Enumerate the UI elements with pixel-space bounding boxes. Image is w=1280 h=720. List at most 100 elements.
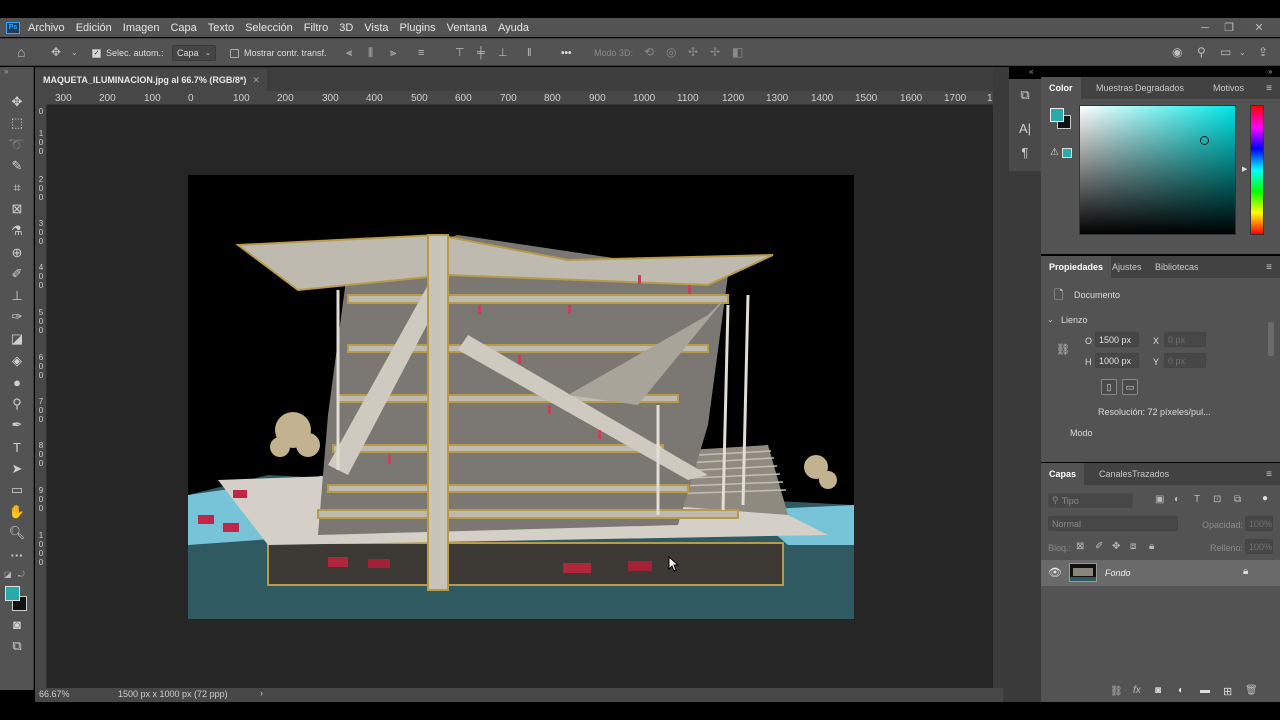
menu-filtro[interactable]: Filtro — [304, 22, 328, 34]
collapse-arrows-icon[interactable]: » — [1268, 67, 1272, 76]
opacity-field[interactable]: 100% — [1245, 516, 1273, 531]
brush-tool-icon[interactable]: ✐ — [0, 264, 34, 284]
home-icon[interactable]: ⌂ — [17, 45, 25, 59]
status-menu-arrow[interactable]: › — [260, 688, 263, 698]
menu-ayuda[interactable]: Ayuda — [498, 22, 529, 34]
menu-3d[interactable]: 3D — [339, 22, 353, 34]
document-tab[interactable]: MAQUETA_ILUMINACION.jpg al 66.7% (RGB/8*… — [35, 69, 267, 91]
document-image[interactable] — [188, 175, 854, 619]
filter-pixel-icon[interactable]: ▣ — [1155, 494, 1164, 505]
show-transform-checkbox[interactable]: Mostrar contr. transf. — [230, 39, 327, 67]
paint-bucket-tool-icon[interactable]: ◈ — [0, 351, 34, 371]
lock-all-icon[interactable]: 🔒︎ — [1149, 541, 1154, 552]
new-group-icon[interactable]: ▬ — [1200, 685, 1210, 696]
height-field[interactable]: 1000 px — [1095, 353, 1139, 368]
x-field[interactable]: 0 px — [1164, 332, 1206, 347]
filter-type-icon[interactable]: T — [1194, 494, 1200, 505]
lasso-tool-icon[interactable]: ➰ — [0, 135, 34, 155]
color-picker-handle[interactable] — [1200, 136, 1209, 145]
chevron-down-icon[interactable]: ⌄ — [71, 47, 78, 59]
path-selection-tool-icon[interactable]: ➤ — [0, 459, 34, 479]
portrait-orientation-icon[interactable]: ▯ — [1101, 379, 1117, 395]
fill-field[interactable]: 100% — [1245, 539, 1273, 554]
blur-tool-icon[interactable]: ● — [0, 372, 34, 392]
zoom-tool-icon[interactable]: 🔍︎ — [0, 523, 34, 543]
panel-menu-icon[interactable]: ≡ — [1266, 469, 1272, 480]
canvas-area[interactable] — [47, 105, 993, 688]
color-field[interactable] — [1079, 105, 1236, 235]
foreground-color-swatch[interactable] — [1050, 108, 1064, 122]
adjustment-layer-icon[interactable]: ◐ — [1178, 685, 1184, 696]
panel-menu-icon[interactable]: ≡ — [1266, 83, 1272, 94]
tab-propiedades[interactable]: Propiedades — [1041, 256, 1112, 278]
align-bottom-icon[interactable]: ⊥ — [498, 47, 508, 59]
vertical-ruler[interactable]: 0 1 0 0 2 0 0 3 0 0 4 0 0 5 0 0 6 0 0 7 … — [35, 105, 47, 688]
menu-texto[interactable]: Texto — [208, 22, 234, 34]
tab-ajustes[interactable]: Ajustes — [1104, 256, 1150, 278]
crop-tool-icon[interactable]: ⌗ — [0, 178, 34, 198]
history-panel-icon[interactable]: ⧉ — [1009, 87, 1041, 103]
new-layer-icon[interactable]: ⊞ — [1223, 685, 1232, 698]
lock-artboard-icon[interactable]: ⧈ — [1130, 541, 1136, 552]
default-colors-icon[interactable]: ◪ — [4, 570, 12, 579]
align-top-icon[interactable]: ⊤ — [455, 47, 465, 59]
search-icon[interactable]: ⚲ — [1197, 46, 1206, 58]
filter-smart-object-icon[interactable]: ⧉ — [1234, 494, 1241, 505]
blend-mode-select[interactable]: Normal — [1048, 516, 1178, 531]
magic-wand-tool-icon[interactable]: ✎ — [0, 156, 34, 176]
minimize-button[interactable]: ─ — [1192, 18, 1218, 37]
panel-menu-icon[interactable]: ≡ — [1266, 262, 1272, 273]
rectangle-tool-icon[interactable]: ▭ — [0, 480, 34, 500]
dodge-tool-icon[interactable]: ⚲ — [0, 394, 34, 414]
menu-capa[interactable]: Capa — [170, 22, 196, 34]
clone-stamp-tool-icon[interactable]: ⊥ — [0, 286, 34, 306]
user-search-icon[interactable]: ◉ — [1172, 46, 1182, 58]
lock-transparent-icon[interactable]: ⊠ — [1076, 541, 1084, 552]
quick-mask-icon[interactable]: ◙ — [0, 614, 34, 634]
width-field[interactable]: 1500 px — [1095, 332, 1139, 347]
healing-brush-tool-icon[interactable]: ⊕ — [0, 243, 34, 263]
tab-trazados[interactable]: Trazados — [1124, 463, 1177, 485]
tab-color[interactable]: Color — [1041, 77, 1081, 99]
close-tab-icon[interactable]: ✕ — [252, 75, 260, 86]
layer-row[interactable]: 👁︎ Fondo 🔒︎ — [1041, 560, 1280, 586]
filter-adjustment-icon[interactable]: ◐ — [1174, 494, 1180, 505]
pen-tool-icon[interactable]: ✒ — [0, 415, 34, 435]
paragraph-panel-icon[interactable]: ¶ — [1009, 145, 1041, 160]
align-right-icon[interactable]: ⫸ — [390, 47, 396, 59]
align-center-h-icon[interactable]: ⫼ — [368, 47, 373, 59]
filter-toggle-icon[interactable]: ● — [1262, 493, 1268, 504]
menu-plugins[interactable]: Plugins — [400, 22, 436, 34]
close-button[interactable]: ✕ — [1246, 18, 1272, 37]
auto-select-target-select[interactable]: Capa ⌄ — [172, 39, 216, 67]
frame-tool-icon[interactable]: ⊠ — [0, 199, 34, 219]
collapse-arrows-icon[interactable]: » — [4, 67, 8, 76]
menu-archivo[interactable]: Archivo — [28, 22, 65, 34]
screen-mode-icon[interactable]: ⧉ — [0, 636, 34, 656]
y-field[interactable]: 0 px — [1164, 353, 1206, 368]
checkbox-unchecked-icon[interactable] — [230, 48, 239, 58]
eyedropper-tool-icon[interactable]: ⚗ — [0, 221, 34, 241]
link-layers-icon[interactable]: ⛓︎ — [1110, 686, 1123, 697]
move-tool-icon[interactable]: ✥ — [51, 46, 61, 58]
hand-tool-icon[interactable]: ✋ — [0, 502, 34, 522]
history-brush-tool-icon[interactable]: ✑ — [0, 307, 34, 327]
landscape-orientation-icon[interactable]: ▭ — [1122, 379, 1138, 395]
restore-button[interactable]: ❐ — [1216, 18, 1242, 37]
tab-bibliotecas[interactable]: Bibliotecas — [1147, 256, 1207, 278]
more-tools-icon[interactable]: ··· — [0, 545, 34, 565]
checkbox-checked-icon[interactable]: ✓ — [92, 48, 101, 58]
tab-motivos[interactable]: Motivos — [1205, 77, 1252, 99]
share-icon[interactable]: ⇪ — [1258, 46, 1268, 58]
workspace-icon[interactable]: ▭ — [1220, 46, 1231, 58]
menu-imagen[interactable]: Imagen — [123, 22, 160, 34]
lock-position-icon[interactable]: ✥ — [1112, 541, 1120, 552]
character-panel-icon[interactable]: A| — [1009, 121, 1041, 136]
menu-seleccion[interactable]: Selección — [245, 22, 293, 34]
type-tool-icon[interactable]: T — [0, 437, 34, 457]
tab-degradados[interactable]: Degradados — [1127, 77, 1192, 99]
layer-name[interactable]: Fondo — [1105, 568, 1131, 578]
web-safe-swatch[interactable] — [1062, 148, 1072, 158]
warning-icon[interactable]: ⚠ — [1050, 147, 1059, 158]
hue-slider-handle-icon[interactable]: ▶ — [1242, 165, 1247, 173]
